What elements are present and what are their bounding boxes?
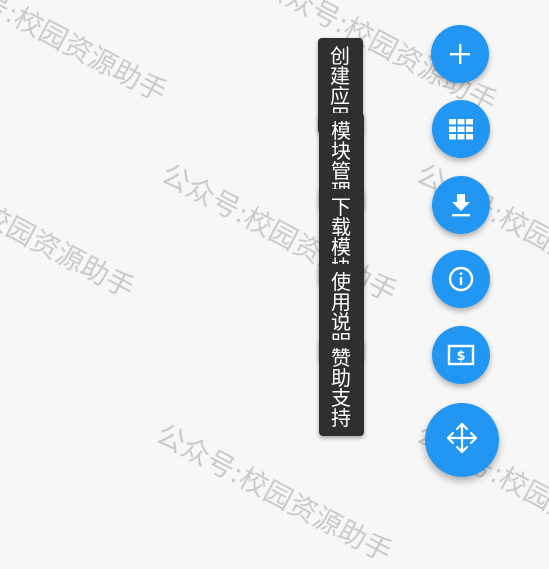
watermark-bottom: 公众号:校园资源助手 [150, 417, 398, 569]
grid-icon [448, 117, 474, 141]
main-move-button[interactable] [425, 403, 499, 477]
create-app-button[interactable] [431, 25, 489, 83]
svg-text:$: $ [456, 349, 465, 364]
dollar-bill-icon: $ [447, 343, 475, 367]
info-icon [447, 265, 475, 293]
watermark-top-left: 公众号:校园资源助手 [0, 0, 173, 110]
sponsor-label[interactable]: 赞助支持 [319, 340, 364, 436]
download-icon [449, 192, 473, 218]
watermark-center: 公众号:校园资源助手 [155, 157, 403, 310]
watermark-mid-left: 校园资源助手 [0, 197, 140, 306]
instructions-button[interactable] [432, 250, 490, 308]
plus-icon [447, 41, 473, 67]
download-module-button[interactable] [432, 176, 490, 234]
module-management-button[interactable] [432, 100, 490, 158]
sponsor-button[interactable]: $ [432, 326, 490, 384]
move-arrows-icon [442, 418, 482, 462]
